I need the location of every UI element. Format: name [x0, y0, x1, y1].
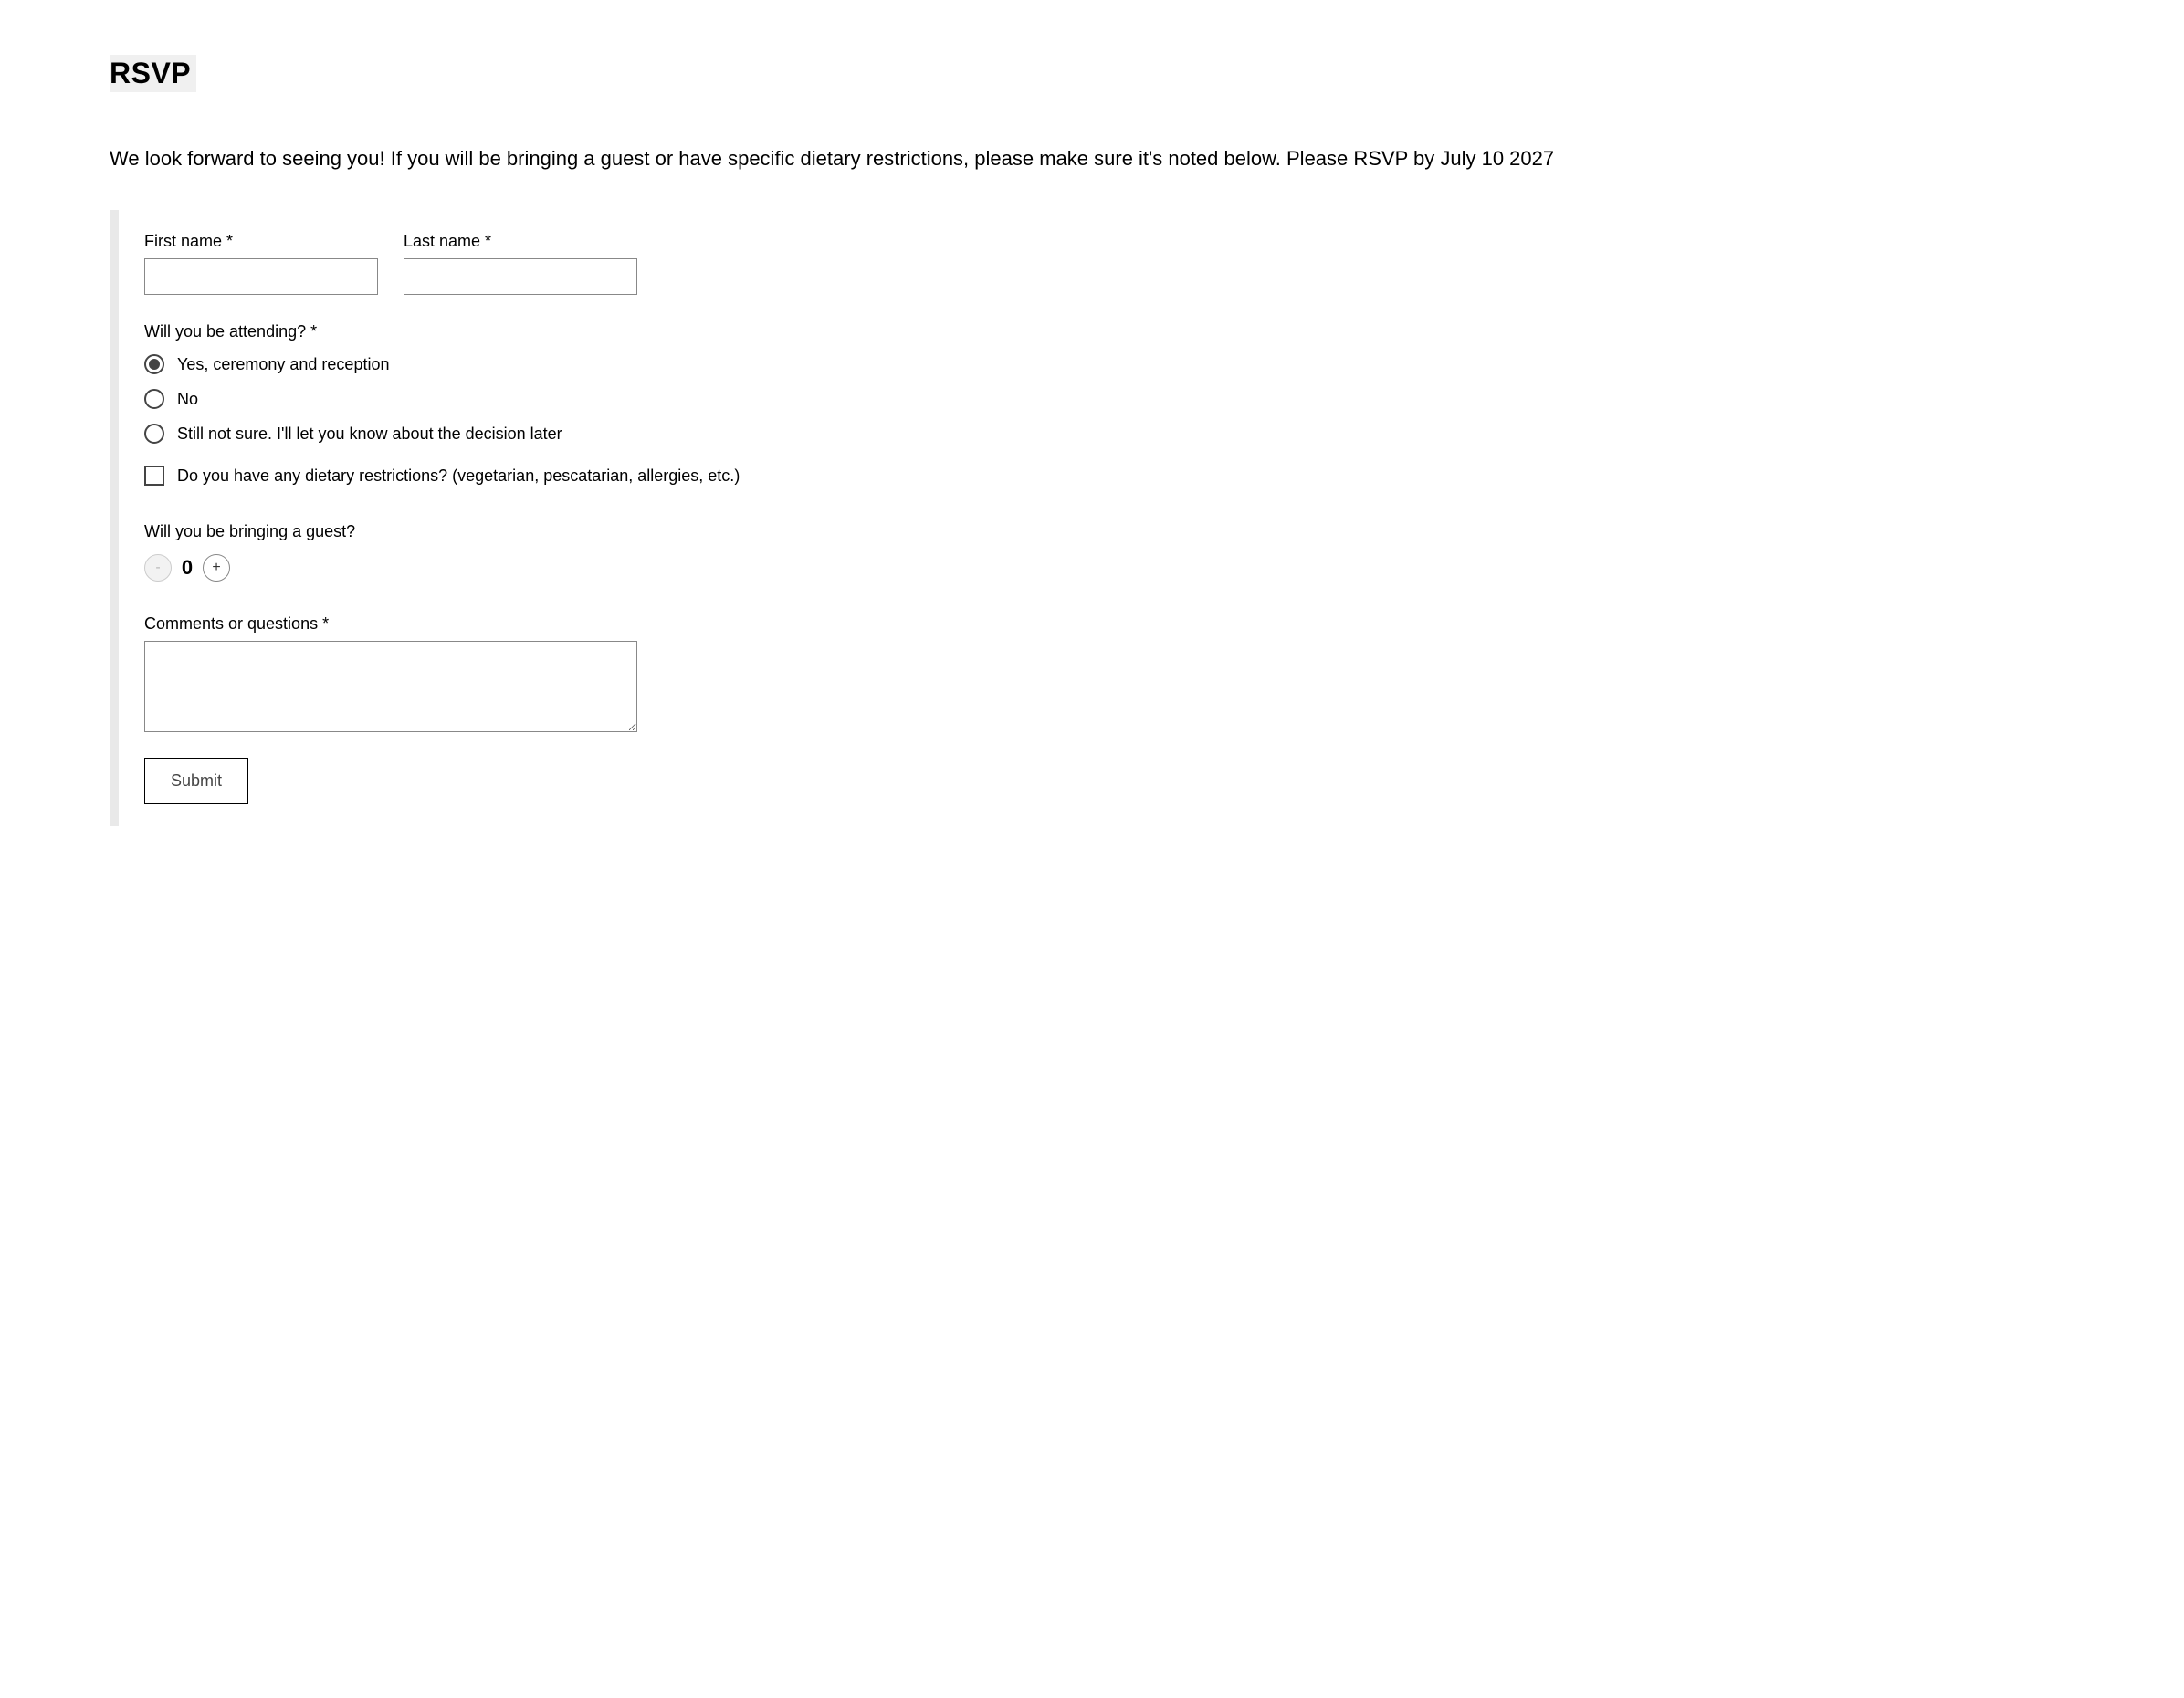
radio-selected-icon: [149, 359, 160, 370]
dietary-label: Do you have any dietary restrictions? (v…: [177, 466, 740, 486]
attending-unsure-label: Still not sure. I'll let you know about …: [177, 424, 562, 444]
checkbox-icon: [144, 466, 164, 486]
minus-icon: -: [155, 561, 160, 575]
attending-label: Will you be attending? *: [144, 322, 2074, 341]
name-row: First name * Last name *: [144, 232, 2074, 295]
attending-option-unsure[interactable]: Still not sure. I'll let you know about …: [144, 424, 2074, 444]
attending-option-no[interactable]: No: [144, 389, 2074, 409]
radio-icon: [144, 354, 164, 374]
first-name-field: First name *: [144, 232, 378, 295]
last-name-label: Last name *: [404, 232, 637, 251]
last-name-input[interactable]: [404, 258, 637, 295]
guest-decrement-button[interactable]: -: [144, 554, 172, 582]
intro-text: We look forward to seeing you! If you wi…: [110, 143, 2074, 173]
guest-stepper: - 0 +: [144, 554, 2074, 582]
last-name-field: Last name *: [404, 232, 637, 295]
comments-label: Comments or questions *: [144, 614, 329, 633]
attending-group: Will you be attending? * Yes, ceremony a…: [144, 322, 2074, 444]
radio-icon: [144, 424, 164, 444]
guest-label: Will you be bringing a guest?: [144, 522, 2074, 541]
attending-option-yes[interactable]: Yes, ceremony and reception: [144, 354, 2074, 374]
attending-yes-label: Yes, ceremony and reception: [177, 355, 389, 374]
first-name-input[interactable]: [144, 258, 378, 295]
first-name-label: First name *: [144, 232, 378, 251]
guest-increment-button[interactable]: +: [203, 554, 230, 582]
guest-section: Will you be bringing a guest? - 0 +: [144, 522, 2074, 582]
plus-icon: +: [212, 561, 220, 575]
page-title: RSVP: [110, 55, 196, 92]
comments-input[interactable]: [144, 641, 637, 732]
comments-section: Comments or questions *: [144, 614, 2074, 732]
rsvp-form: First name * Last name * Will you be att…: [110, 210, 2074, 826]
attending-no-label: No: [177, 390, 198, 409]
radio-icon: [144, 389, 164, 409]
guest-count: 0: [181, 556, 194, 580]
submit-button[interactable]: Submit: [144, 758, 248, 804]
dietary-checkbox[interactable]: Do you have any dietary restrictions? (v…: [144, 466, 2074, 486]
